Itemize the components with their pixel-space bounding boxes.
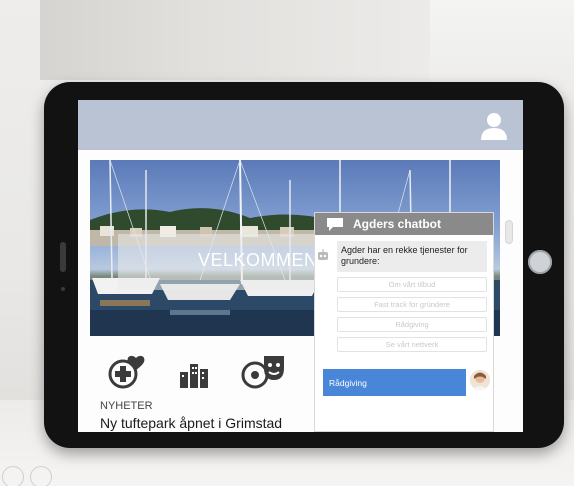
user-avatar-icon <box>470 370 490 390</box>
user-profile-icon[interactable] <box>479 111 509 141</box>
news-headline[interactable]: Ny tuftepark åpnet i Grimstad <box>100 415 282 431</box>
bot-avatar-icon <box>318 249 328 260</box>
chat-option-om-tilbud[interactable]: Om vårt tilbud <box>337 276 487 292</box>
culture-sports-icon[interactable] <box>240 354 286 390</box>
background-decor <box>30 466 52 486</box>
user-avatar <box>470 370 490 390</box>
screen-scrollbar[interactable] <box>505 220 513 244</box>
tablet-screen: VELKOMMEN T NYHETER Ny tuftepark åpnet i… <box>78 100 523 432</box>
app-header-bar <box>78 100 523 150</box>
background-decor <box>2 466 24 486</box>
tablet-side-button <box>60 242 66 272</box>
user-reply-message: Rådgiving <box>323 369 466 396</box>
chat-option-fast-track[interactable]: Fast track for gründere <box>337 296 487 312</box>
background-wall <box>40 0 432 80</box>
chat-bubble-icon <box>327 217 343 231</box>
category-icon-row <box>90 350 310 396</box>
chatbot-panel: Agders chatbot Agder har en rekke tjenes… <box>314 212 494 432</box>
health-plus-heart-icon[interactable] <box>108 354 148 390</box>
tablet-device: VELKOMMEN T NYHETER Ny tuftepark åpnet i… <box>44 82 564 448</box>
tablet-home-button[interactable] <box>528 250 552 274</box>
tablet-camera-dot <box>61 287 65 291</box>
bot-message: Agder har en rekke tjenester for grunder… <box>337 241 487 272</box>
city-buildings-icon[interactable] <box>180 360 208 388</box>
chatbot-header: Agders chatbot <box>315 213 493 235</box>
chatbot-title: Agders chatbot <box>353 217 442 231</box>
news-section-label: NYHETER <box>100 400 153 412</box>
chat-option-radgiving[interactable]: Rådgiving <box>337 316 487 332</box>
chat-option-nettverk[interactable]: Se vårt nettverk <box>337 336 487 352</box>
